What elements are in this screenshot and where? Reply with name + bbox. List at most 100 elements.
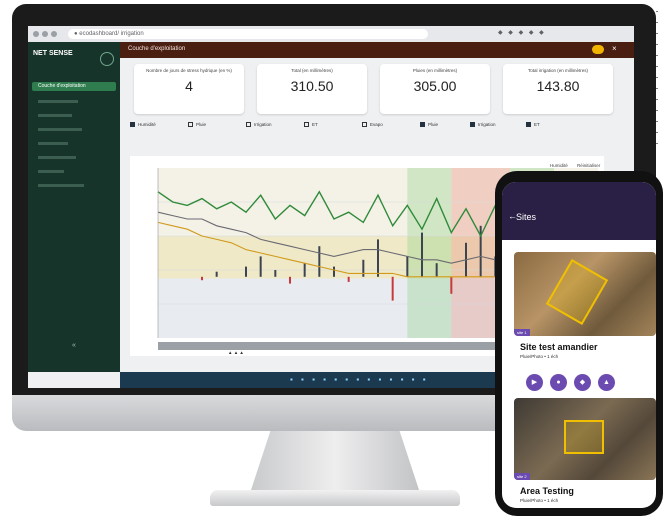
record-icon[interactable]: ●: [550, 374, 567, 391]
dot-pattern-decoration: [650, 6, 664, 146]
site-name[interactable]: Area Testing: [520, 486, 574, 496]
stat-card: Total irrigation (en millimètres) 143.80: [503, 64, 613, 114]
window-dot-icon[interactable]: [42, 31, 48, 37]
legend-item[interactable]: Irrigation: [470, 122, 496, 128]
legend-item[interactable]: Humidité: [130, 122, 156, 128]
sidebar-row-line: [38, 100, 78, 103]
stat-card-label: Nombre de jours de stress hydrique (en %…: [146, 68, 232, 73]
logo-text: NET SENSE: [33, 50, 73, 57]
chart-bar: [245, 266, 247, 277]
stat-card-label: Total irrigation (en millimètres): [527, 68, 589, 73]
chart-reset-button[interactable]: Réinitialiser: [577, 163, 600, 168]
alert-icon[interactable]: ▲: [598, 374, 615, 391]
legend-label: ET: [534, 122, 540, 127]
stat-card-value: 310.50: [290, 78, 334, 94]
chart-bar: [362, 259, 365, 277]
site-subtitle: Pluie/Photo • 1 éch: [520, 498, 559, 503]
sidebar-row-line: [38, 128, 82, 131]
stat-card-value: 305.00: [413, 78, 457, 94]
site-subtitle: Pluie/Photo • 1 éch: [520, 354, 559, 359]
play-icon[interactable]: ▶: [526, 374, 543, 391]
site-tag: site 2: [514, 473, 530, 480]
stat-card-value: 143.80: [536, 78, 580, 94]
sidebar-row-line: [38, 170, 64, 173]
chart-bar: [303, 263, 306, 277]
chart-footer-text: ▲ ▲ ▲: [228, 350, 244, 355]
legend-label: ET: [312, 122, 318, 127]
app-logo: NET SENSE: [33, 50, 73, 58]
stat-card-value: 4: [185, 78, 193, 94]
chart-filter-button[interactable]: Humidité: [550, 163, 568, 168]
chart-bar: [421, 232, 423, 277]
extension-icons[interactable]: ◆ ◆ ◆ ◆ ◆: [498, 29, 546, 39]
chart-bar: [274, 270, 277, 277]
window-dot-icon[interactable]: [51, 31, 57, 37]
chart-bar: [435, 263, 438, 277]
chart-bar: [333, 266, 335, 277]
checkbox-icon[interactable]: [304, 122, 309, 128]
phone-header: ← Sites: [502, 182, 656, 240]
chart-bar: [406, 256, 409, 277]
legend-label: Irrigation: [478, 122, 496, 127]
monitor-stand-neck: [250, 431, 420, 493]
site-satellite-image[interactable]: site 1: [514, 252, 656, 336]
taskbar-app-icons[interactable]: ▪ ▪ ▪ ▪ ▪ ▪ ▪ ▪ ▪ ▪ ▪ ▪ ▪: [290, 375, 429, 384]
checkbox-icon[interactable]: [130, 122, 135, 128]
site-polygon: [564, 420, 604, 454]
chart-bar: [450, 276, 453, 294]
window-dot-icon[interactable]: [33, 31, 39, 37]
chart-buttons: Humidité Réinitialiser: [550, 163, 600, 168]
chart-bar: [377, 239, 379, 277]
site-name[interactable]: Site test amandier: [520, 342, 598, 352]
sidebar-row-line: [38, 114, 72, 117]
sidebar-collapse-button[interactable]: «: [28, 342, 120, 349]
checkbox-icon[interactable]: [470, 122, 475, 128]
legend-item[interactable]: ET: [526, 122, 540, 128]
legend-label: Humidité: [138, 122, 156, 127]
site-polygon: [545, 258, 609, 326]
legend-label: Evapo: [370, 122, 383, 127]
chart-bar: [215, 271, 218, 277]
legend-item[interactable]: Irrigation: [246, 122, 272, 128]
close-icon[interactable]: ×: [612, 44, 617, 53]
chart-bar: [289, 276, 291, 284]
layers-icon[interactable]: ◆: [574, 374, 591, 391]
checkbox-icon[interactable]: [362, 122, 367, 128]
sidebar: NET SENSE Couche d'exploitation «: [28, 42, 120, 372]
legend-item[interactable]: Pluie: [188, 122, 207, 128]
address-bar[interactable]: ● ecodashboard/ irrigation: [68, 29, 428, 39]
chart-bar: [318, 246, 321, 277]
legend-label: Pluie: [196, 122, 207, 127]
phone-screen: ← Sites site 1 Site test amandier Pluie/…: [502, 182, 656, 508]
chart-highlight-band: [407, 168, 452, 338]
checkbox-icon[interactable]: [420, 122, 425, 128]
phone-page-title: Sites: [516, 212, 537, 222]
chart-bar: [259, 256, 262, 277]
chart-bar: [201, 276, 203, 281]
sidebar-row-line: [38, 142, 68, 145]
sidebar-row-line: [38, 156, 76, 159]
legend-item[interactable]: Evapo: [362, 122, 383, 128]
stat-card-label: Total (en millimètres): [291, 68, 333, 73]
site-satellite-image[interactable]: site 2: [514, 398, 656, 480]
legend-item[interactable]: Pluie: [420, 122, 438, 128]
stat-card: Total (en millimètres) 310.50: [257, 64, 367, 114]
chart-bar: [391, 276, 394, 301]
checkbox-icon[interactable]: [246, 122, 251, 128]
site-tag: site 1: [514, 329, 530, 336]
legend-label: Irrigation: [254, 122, 272, 127]
stat-card: Nombre de jours de stress hydrique (en %…: [134, 64, 244, 114]
page-title: Couche d'exploitation: [128, 46, 186, 52]
sidebar-toggle-icon[interactable]: [100, 52, 114, 66]
checkbox-icon[interactable]: [526, 122, 531, 128]
stat-card-label: Pluies (en millimètres): [412, 68, 458, 73]
app-header: Couche d'exploitation ×: [120, 42, 634, 58]
sidebar-item-active[interactable]: Couche d'exploitation: [32, 82, 116, 91]
monitor-stand-foot: [210, 490, 460, 506]
legend-item[interactable]: ET: [304, 122, 318, 128]
stat-card: Pluies (en millimètres) 305.00: [380, 64, 490, 114]
notification-badge[interactable]: [592, 45, 604, 54]
checkbox-icon[interactable]: [188, 122, 193, 128]
sidebar-row-line: [38, 184, 84, 187]
chart-bar: [347, 276, 350, 282]
